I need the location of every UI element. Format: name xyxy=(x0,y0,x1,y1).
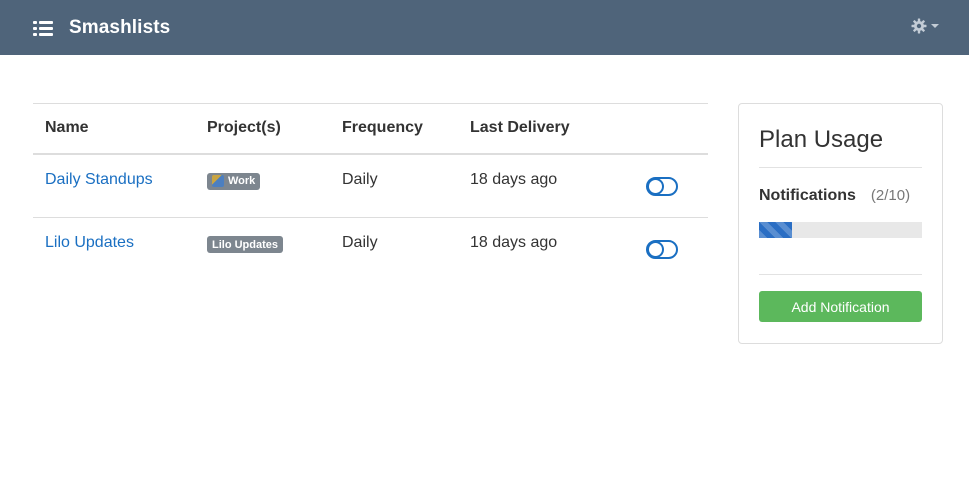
row-project-cell: Work xyxy=(195,153,330,218)
toggle-knob xyxy=(647,241,664,258)
app-title: Smashlists xyxy=(69,16,171,38)
row-name-cell: Lilo Updates xyxy=(33,218,195,282)
list-icon xyxy=(33,20,53,36)
usage-progress-bar xyxy=(759,222,922,238)
project-badge-label: Work xyxy=(228,175,256,187)
project-badge[interactable]: Lilo Updates xyxy=(207,236,284,253)
usage-progress-fill xyxy=(759,222,792,238)
top-navbar: Smashlists xyxy=(0,0,969,55)
smashlists-table: Name Project(s) Frequency Last Delivery … xyxy=(33,103,708,282)
add-notification-button[interactable]: Add Notification xyxy=(759,291,922,322)
row-toggle-cell xyxy=(628,153,708,218)
list-name-link[interactable]: Lilo Updates xyxy=(45,234,134,251)
enable-toggle[interactable] xyxy=(646,240,678,259)
row-toggle-cell xyxy=(628,218,708,282)
chevron-down-icon xyxy=(931,24,939,28)
brand[interactable]: Smashlists xyxy=(33,17,170,39)
gear-icon xyxy=(911,18,927,34)
plan-usage-panel: Plan Usage Notifications (2/10) Add Noti… xyxy=(738,103,943,344)
enable-toggle[interactable] xyxy=(646,176,678,196)
column-header-frequency: Frequency xyxy=(330,103,458,155)
row-project-cell: Lilo Updates xyxy=(195,218,330,282)
divider xyxy=(759,274,922,275)
project-logo-icon xyxy=(212,175,224,187)
row-last-delivery: 18 days ago xyxy=(470,234,558,251)
divider xyxy=(759,167,922,168)
notifications-usage: Notifications (2/10) xyxy=(759,187,922,205)
list-name-link[interactable]: Daily Standups xyxy=(45,171,153,188)
table-row: Lilo Updates Lilo Updates Daily 18 days … xyxy=(33,218,708,282)
table-header-row: Name Project(s) Frequency Last Delivery xyxy=(33,103,708,155)
plan-usage-title: Plan Usage xyxy=(759,126,884,153)
row-frequency: Daily xyxy=(342,234,378,251)
settings-dropdown[interactable] xyxy=(911,18,939,34)
notifications-count: (2/10) xyxy=(870,187,911,204)
project-badge[interactable]: Work xyxy=(207,172,261,190)
column-header-last-delivery: Last Delivery xyxy=(458,103,628,155)
column-header-toggle xyxy=(628,103,708,155)
column-header-name: Name xyxy=(33,103,195,155)
row-frequency: Daily xyxy=(330,153,458,218)
column-header-projects: Project(s) xyxy=(195,103,330,155)
toggle-knob xyxy=(647,177,664,195)
row-last-delivery: 18 days ago xyxy=(458,153,628,218)
table-row: Daily Standups Work Daily 18 days ago xyxy=(33,153,708,218)
project-badge-label: Lilo Updates xyxy=(212,238,279,251)
notifications-label: Notifications xyxy=(759,187,856,204)
row-name-cell: Daily Standups xyxy=(33,153,195,218)
